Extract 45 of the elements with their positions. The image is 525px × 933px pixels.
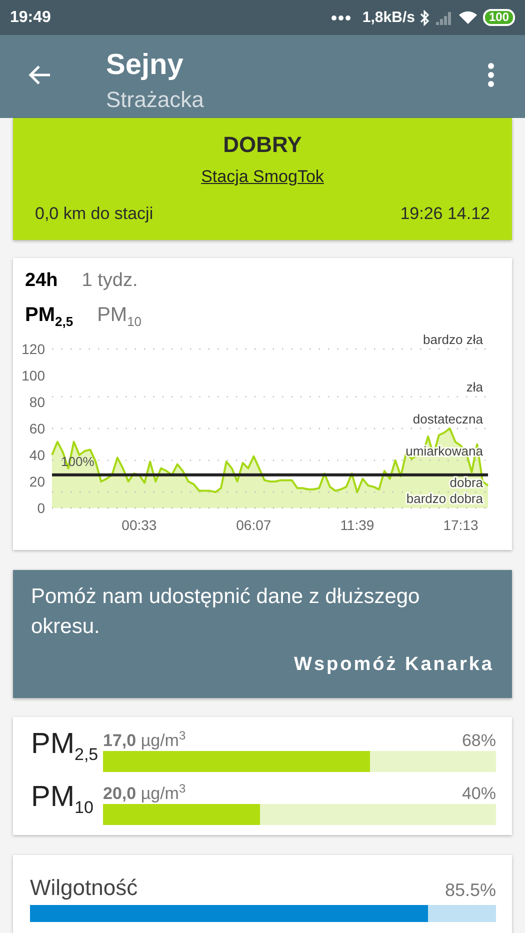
promo-message: Pomóż nam udostępnić dane z dłuższego okresu. — [31, 584, 421, 640]
pollutant-label: PM$_{2,5}$ — [31, 727, 97, 766]
more-notifications-icon — [331, 14, 352, 20]
pollutant-label: PM$_{10}$ — [31, 780, 94, 819]
station-link[interactable]: Stacja SmogTok — [201, 167, 324, 187]
concentration-value: 20,0 µg/m$^{3}$ — [103, 784, 186, 804]
axis-tick-label: 80 — [29, 394, 45, 410]
axis-tick-label: 120 — [22, 341, 45, 357]
page-title: Sejny — [106, 48, 184, 82]
band-label: bardzo zła — [423, 333, 483, 347]
axis-tick-label: 20 — [29, 474, 45, 490]
axis-tick-label: 60 — [29, 420, 45, 436]
humidity-value: 85.5% — [444, 880, 496, 901]
menu-icon — [487, 62, 495, 88]
band-label: dostateczna — [412, 412, 483, 426]
humidity-label: Wilgotność — [30, 875, 138, 901]
battery-icon: 100 — [482, 9, 515, 26]
axis-tick-label: 40 — [29, 447, 45, 463]
network-speed: 1,8kB/s — [362, 9, 415, 26]
air-quality-rating: DOBRY — [223, 132, 302, 158]
station-distance: 0,0 km do stacji — [35, 204, 154, 224]
signal-icon — [434, 10, 453, 24]
support-button[interactable]: Wspomóż Kanarka — [294, 654, 494, 676]
pollutant-tab[interactable]: PM$_{2,5}$ — [25, 304, 74, 329]
axis-tick-label: 11:39 — [340, 517, 374, 533]
band-label: zła — [466, 380, 483, 395]
axis-tick-label: 0 — [37, 500, 45, 516]
page-subtitle: Strażacka — [106, 87, 205, 113]
back-arrow-icon — [28, 63, 52, 87]
band-label: dobra — [450, 475, 483, 490]
norm-percent: 40% — [462, 784, 496, 804]
pollutant-tab[interactable]: PM$_{10}$ — [97, 304, 142, 329]
period-tab[interactable]: 24h — [25, 270, 58, 292]
axis-tick-label: 100 — [22, 368, 45, 384]
norm-percent: 68% — [462, 730, 496, 751]
clock-time: 19:49 — [10, 8, 51, 26]
update-time: 19:26 14.12 — [400, 204, 490, 224]
axis-tick-label: 17:13 — [443, 517, 478, 533]
period-tab[interactable]: 1 tydz. — [82, 270, 138, 292]
concentration-value: 17,0 µg/m$^{3}$ — [103, 730, 186, 751]
axis-tick-label: 06:07 — [236, 517, 272, 533]
axis-tick-label: 00:33 — [122, 517, 157, 533]
bluetooth-icon — [420, 10, 430, 26]
wifi-icon — [458, 10, 478, 25]
band-label: bardzo dobra — [406, 491, 483, 506]
